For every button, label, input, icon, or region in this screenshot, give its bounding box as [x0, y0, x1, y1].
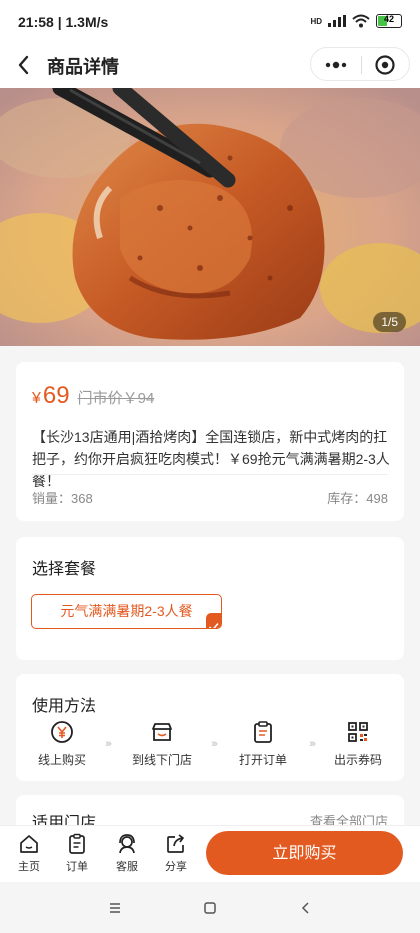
bottom-action-bar: 主页 订单 客服 分享 立即购买 — [0, 825, 420, 882]
package-title: 选择套餐 — [32, 561, 97, 578]
nav-label: 主页 — [18, 861, 40, 873]
store-icon — [152, 723, 172, 741]
selected-check-icon — [206, 613, 221, 628]
mini-program-capsule — [310, 47, 410, 81]
back-button-icon[interactable] — [297, 899, 315, 917]
order-icon — [69, 833, 85, 854]
back-icon[interactable] — [12, 51, 40, 79]
original-price: 门市价￥94 — [77, 390, 155, 407]
customer-service-icon — [119, 834, 135, 854]
usage-title: 使用方法 — [32, 698, 97, 715]
usage-card: 使用方法 线上购买 ››› 到线下门店 ››› 打开订单 ››› 出示券码 — [16, 674, 404, 781]
sale-price: 69 — [42, 382, 70, 409]
nav-customer-service[interactable]: 客服 — [107, 833, 147, 874]
package-option[interactable]: 元气满满暑期2-3人餐 — [31, 594, 222, 629]
home-icon — [20, 835, 38, 853]
product-image[interactable]: 1/5 — [0, 88, 420, 346]
page-title: 商品详情 — [47, 57, 119, 77]
clipboard-icon — [254, 721, 272, 743]
sales-count: 销量：368 — [32, 491, 93, 506]
menu-icon[interactable] — [106, 899, 124, 917]
status-time-speed: 21:58 | 1.3M/s — [18, 14, 109, 30]
step-arrow-icon: ››› — [105, 738, 112, 750]
price-row: ¥ 69 门市价￥94 — [32, 382, 154, 410]
usage-step-label: 到线下门店 — [131, 753, 192, 767]
nav-orders[interactable]: 订单 — [57, 833, 97, 874]
capsule-divider — [361, 56, 362, 74]
usage-step: 打开订单 — [223, 720, 303, 768]
home-button-icon[interactable] — [201, 899, 219, 917]
share-icon — [167, 834, 184, 853]
network-label: HD — [310, 16, 322, 26]
nav-home[interactable]: 主页 — [9, 833, 49, 874]
step-arrow-icon: ››› — [211, 738, 218, 750]
product-photo — [0, 88, 420, 346]
system-navigation-bar — [0, 882, 420, 933]
nav-share[interactable]: 分享 — [156, 833, 196, 874]
usage-step: 到线下门店 — [122, 720, 202, 768]
stock-count: 库存：498 — [327, 491, 388, 506]
package-option-label: 元气满满暑期2-3人餐 — [60, 603, 193, 619]
usage-step-label: 打开订单 — [238, 753, 287, 767]
usage-step: 线上购买 — [22, 720, 102, 768]
signal-icon — [328, 15, 346, 27]
currency-symbol: ¥ — [32, 390, 41, 407]
status-bar: 21:58 | 1.3M/s HD 42 — [0, 0, 420, 42]
usage-step-label: 出示券码 — [333, 753, 382, 767]
nav-label: 客服 — [116, 861, 138, 873]
product-description: 【长沙13店通用|酒拾烤肉】全国连锁店，新中式烤肉的扛把子，约你开启疯狂吃肉模式… — [32, 429, 390, 489]
buy-now-button[interactable]: 立即购买 — [206, 831, 403, 875]
nav-label: 订单 — [66, 861, 88, 873]
close-mini-program-icon[interactable] — [374, 54, 396, 76]
yen-coin-icon — [51, 721, 73, 743]
wifi-icon — [352, 14, 370, 28]
header: 商品详情 — [0, 42, 420, 88]
package-card: 选择套餐 元气满满暑期2-3人餐 — [16, 537, 404, 660]
more-icon[interactable] — [323, 58, 349, 72]
product-info-card: ¥ 69 门市价￥94 【长沙13店通用|酒拾烤肉】全国连锁店，新中式烤肉的扛把… — [16, 362, 404, 521]
image-page-indicator: 1/5 — [373, 312, 406, 332]
battery-icon: 42 — [376, 14, 402, 28]
usage-step: 出示券码 — [318, 720, 398, 768]
usage-step-label: 线上购买 — [37, 753, 86, 767]
step-arrow-icon: ››› — [309, 738, 316, 750]
nav-label: 分享 — [165, 861, 187, 873]
divider — [32, 474, 388, 475]
qr-code-icon — [348, 722, 368, 742]
battery-percent: 42 — [383, 14, 394, 24]
status-icons: HD 42 — [310, 14, 402, 28]
